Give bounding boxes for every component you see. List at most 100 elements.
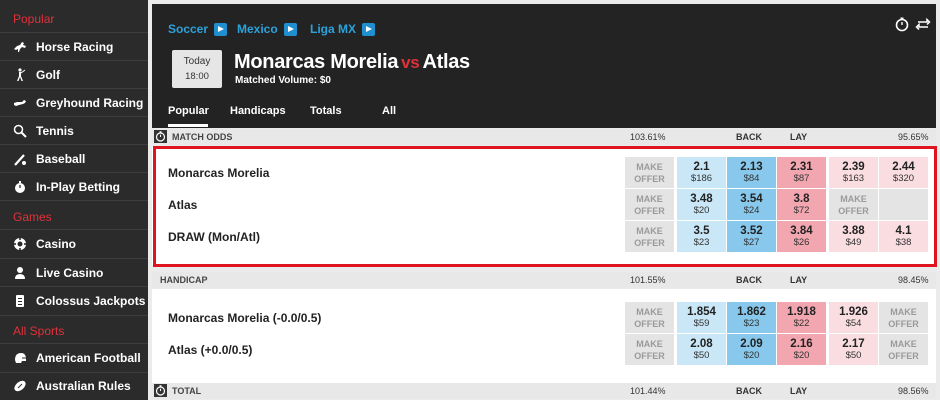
- stake-amount: $54: [845, 318, 862, 329]
- sidebar-item-colossus-jackpots[interactable]: Colossus Jackpots: [0, 287, 148, 315]
- lay-percentage: 95.65%: [898, 132, 929, 142]
- stake-amount: $72: [793, 205, 810, 216]
- away-team: Atlas: [422, 51, 470, 73]
- event-header: Soccer Mexico Liga MX Today 18:00 Monarc…: [152, 4, 936, 128]
- odds-value: 2.13: [740, 161, 763, 173]
- lay-odds-button[interactable]: 2.31 $87: [777, 157, 826, 188]
- sidebar-item-label: Australian Rules: [36, 379, 131, 393]
- lay-odds-button[interactable]: 1.926 $54: [829, 302, 878, 333]
- tab-popular[interactable]: Popular: [168, 105, 209, 117]
- sidebar-item-in-play-betting[interactable]: In-Play Betting: [0, 173, 148, 201]
- lay-column-label: LAY: [790, 386, 808, 396]
- stake-amount: $320: [892, 173, 915, 184]
- make-offer-button[interactable]: MAKE OFFER: [625, 334, 674, 365]
- sidebar-item-casino[interactable]: Casino: [0, 230, 148, 258]
- back-odds-button[interactable]: 2.08 $50: [677, 334, 726, 365]
- stake-amount: $24: [743, 205, 760, 216]
- sidebar-item-horse-racing[interactable]: Horse Racing: [0, 33, 148, 61]
- lay-odds-button[interactable]: 2.44 $320: [879, 157, 928, 188]
- back-odds-button[interactable]: 3.48 $20: [677, 189, 726, 220]
- sidebar-item-label: Tennis: [36, 124, 74, 138]
- market-name: TOTAL: [172, 386, 202, 396]
- play-arrow-icon: [362, 22, 376, 36]
- lay-odds-button[interactable]: 2.17 $50: [829, 334, 878, 365]
- lay-odds-button[interactable]: 2.16 $20: [777, 334, 826, 365]
- odds-value: 1.918: [787, 306, 816, 318]
- odds-value: 3.54: [740, 193, 763, 205]
- make-offer-button[interactable]: MAKE OFFER: [829, 189, 878, 220]
- breadcrumb-liga-mx[interactable]: Liga MX: [310, 21, 376, 37]
- make-offer-label: MAKE: [636, 226, 663, 236]
- back-odds-button[interactable]: 3.54 $24: [727, 189, 776, 220]
- sidebar-item-american-football[interactable]: American Football: [0, 344, 148, 372]
- make-offer-button[interactable]: MAKE OFFER: [625, 189, 674, 220]
- lay-odds-button[interactable]: 2.39 $163: [829, 157, 878, 188]
- tab-all[interactable]: All: [382, 105, 396, 117]
- back-odds-button[interactable]: 2.13 $84: [727, 157, 776, 188]
- stopwatch-icon[interactable]: [154, 384, 167, 397]
- tennis-icon: [13, 124, 27, 138]
- odds-value: 1.862: [737, 306, 766, 318]
- runner-name: DRAW (Mon/Atl): [168, 230, 260, 244]
- lay-odds-button[interactable]: 3.84 $26: [777, 221, 826, 252]
- sidebar-item-tennis[interactable]: Tennis: [0, 117, 148, 145]
- sidebar-section-all-sports: All Sports: [13, 324, 65, 338]
- odds-value: 2.44: [892, 161, 915, 173]
- tab-totals[interactable]: Totals: [310, 105, 342, 117]
- make-offer-label: MAKE: [636, 339, 663, 349]
- sidebar-item-live-casino[interactable]: Live Casino: [0, 259, 148, 287]
- make-offer-label: MAKE: [636, 307, 663, 317]
- make-offer-button[interactable]: MAKE OFFER: [625, 302, 674, 333]
- lay-odds-button[interactable]: 3.8 $72: [777, 189, 826, 220]
- sidebar-item-label: Greyhound Racing: [36, 96, 144, 110]
- tab-handicaps[interactable]: Handicaps: [230, 105, 286, 117]
- sidebar-item-greyhound-racing[interactable]: Greyhound Racing: [0, 89, 148, 117]
- back-percentage: 103.61%: [630, 132, 666, 142]
- event-title: Monarcas Morelia vs Atlas: [234, 51, 470, 74]
- breadcrumb-mexico[interactable]: Mexico: [237, 21, 297, 37]
- make-offer-button[interactable]: MAKE OFFER: [625, 221, 674, 252]
- sidebar-item-label: Live Casino: [36, 266, 104, 280]
- back-percentage: 101.44%: [630, 386, 666, 396]
- stopwatch-icon[interactable]: [154, 130, 167, 143]
- odds-value: 3.52: [740, 225, 763, 237]
- helmet-icon: [13, 351, 27, 365]
- sidebar-item-label: Colossus Jackpots: [36, 294, 146, 308]
- back-odds-button[interactable]: 3.52 $27: [727, 221, 776, 252]
- sidebar-item-baseball[interactable]: Baseball: [0, 145, 148, 173]
- stake-amount: $20: [743, 350, 760, 361]
- back-odds-button[interactable]: 1.854 $59: [677, 302, 726, 333]
- back-odds-button[interactable]: 2.1 $186: [677, 157, 726, 188]
- make-offer-button[interactable]: MAKE OFFER: [879, 302, 928, 333]
- back-column-label: BACK: [736, 386, 762, 396]
- breadcrumb-label: Liga MX: [310, 22, 357, 36]
- vs-label: vs: [401, 53, 420, 72]
- play-arrow-icon: [214, 22, 228, 36]
- lay-percentage: 98.45%: [898, 275, 929, 285]
- make-offer-label: MAKE: [840, 194, 867, 204]
- lay-odds-button[interactable]: 3.88 $49: [829, 221, 878, 252]
- make-offer-button[interactable]: MAKE OFFER: [879, 334, 928, 365]
- lay-odds-button[interactable]: 1.918 $22: [777, 302, 826, 333]
- sidebar-item-golf[interactable]: Golf: [0, 61, 148, 89]
- sidebar-item-label: Casino: [36, 237, 77, 251]
- sidebar-item-label: American Football: [36, 351, 141, 365]
- odds-value: 2.16: [790, 338, 813, 350]
- stake-amount: $50: [693, 350, 710, 361]
- stopwatch-icon[interactable]: [894, 16, 910, 32]
- back-odds-button[interactable]: 3.5 $23: [677, 221, 726, 252]
- lay-odds-button[interactable]: 4.1 $38: [879, 221, 928, 252]
- odds-value: 2.08: [690, 338, 713, 350]
- make-offer-label: OFFER: [888, 351, 919, 361]
- home-team: Monarcas Morelia: [234, 51, 399, 73]
- back-odds-button[interactable]: 1.862 $23: [727, 302, 776, 333]
- market-header: HANDICAP 101.55% BACK LAY 98.45%: [152, 272, 936, 288]
- stake-amount: $23: [693, 237, 710, 248]
- make-offer-button[interactable]: MAKE OFFER: [625, 157, 674, 188]
- back-odds-button[interactable]: 2.09 $20: [727, 334, 776, 365]
- refresh-swap-icon[interactable]: [915, 16, 931, 32]
- breadcrumb-label: Mexico: [237, 22, 278, 36]
- sidebar-item-australian-rules[interactable]: Australian Rules: [0, 372, 148, 400]
- breadcrumb-soccer[interactable]: Soccer: [168, 21, 228, 37]
- make-offer-label: OFFER: [838, 206, 869, 216]
